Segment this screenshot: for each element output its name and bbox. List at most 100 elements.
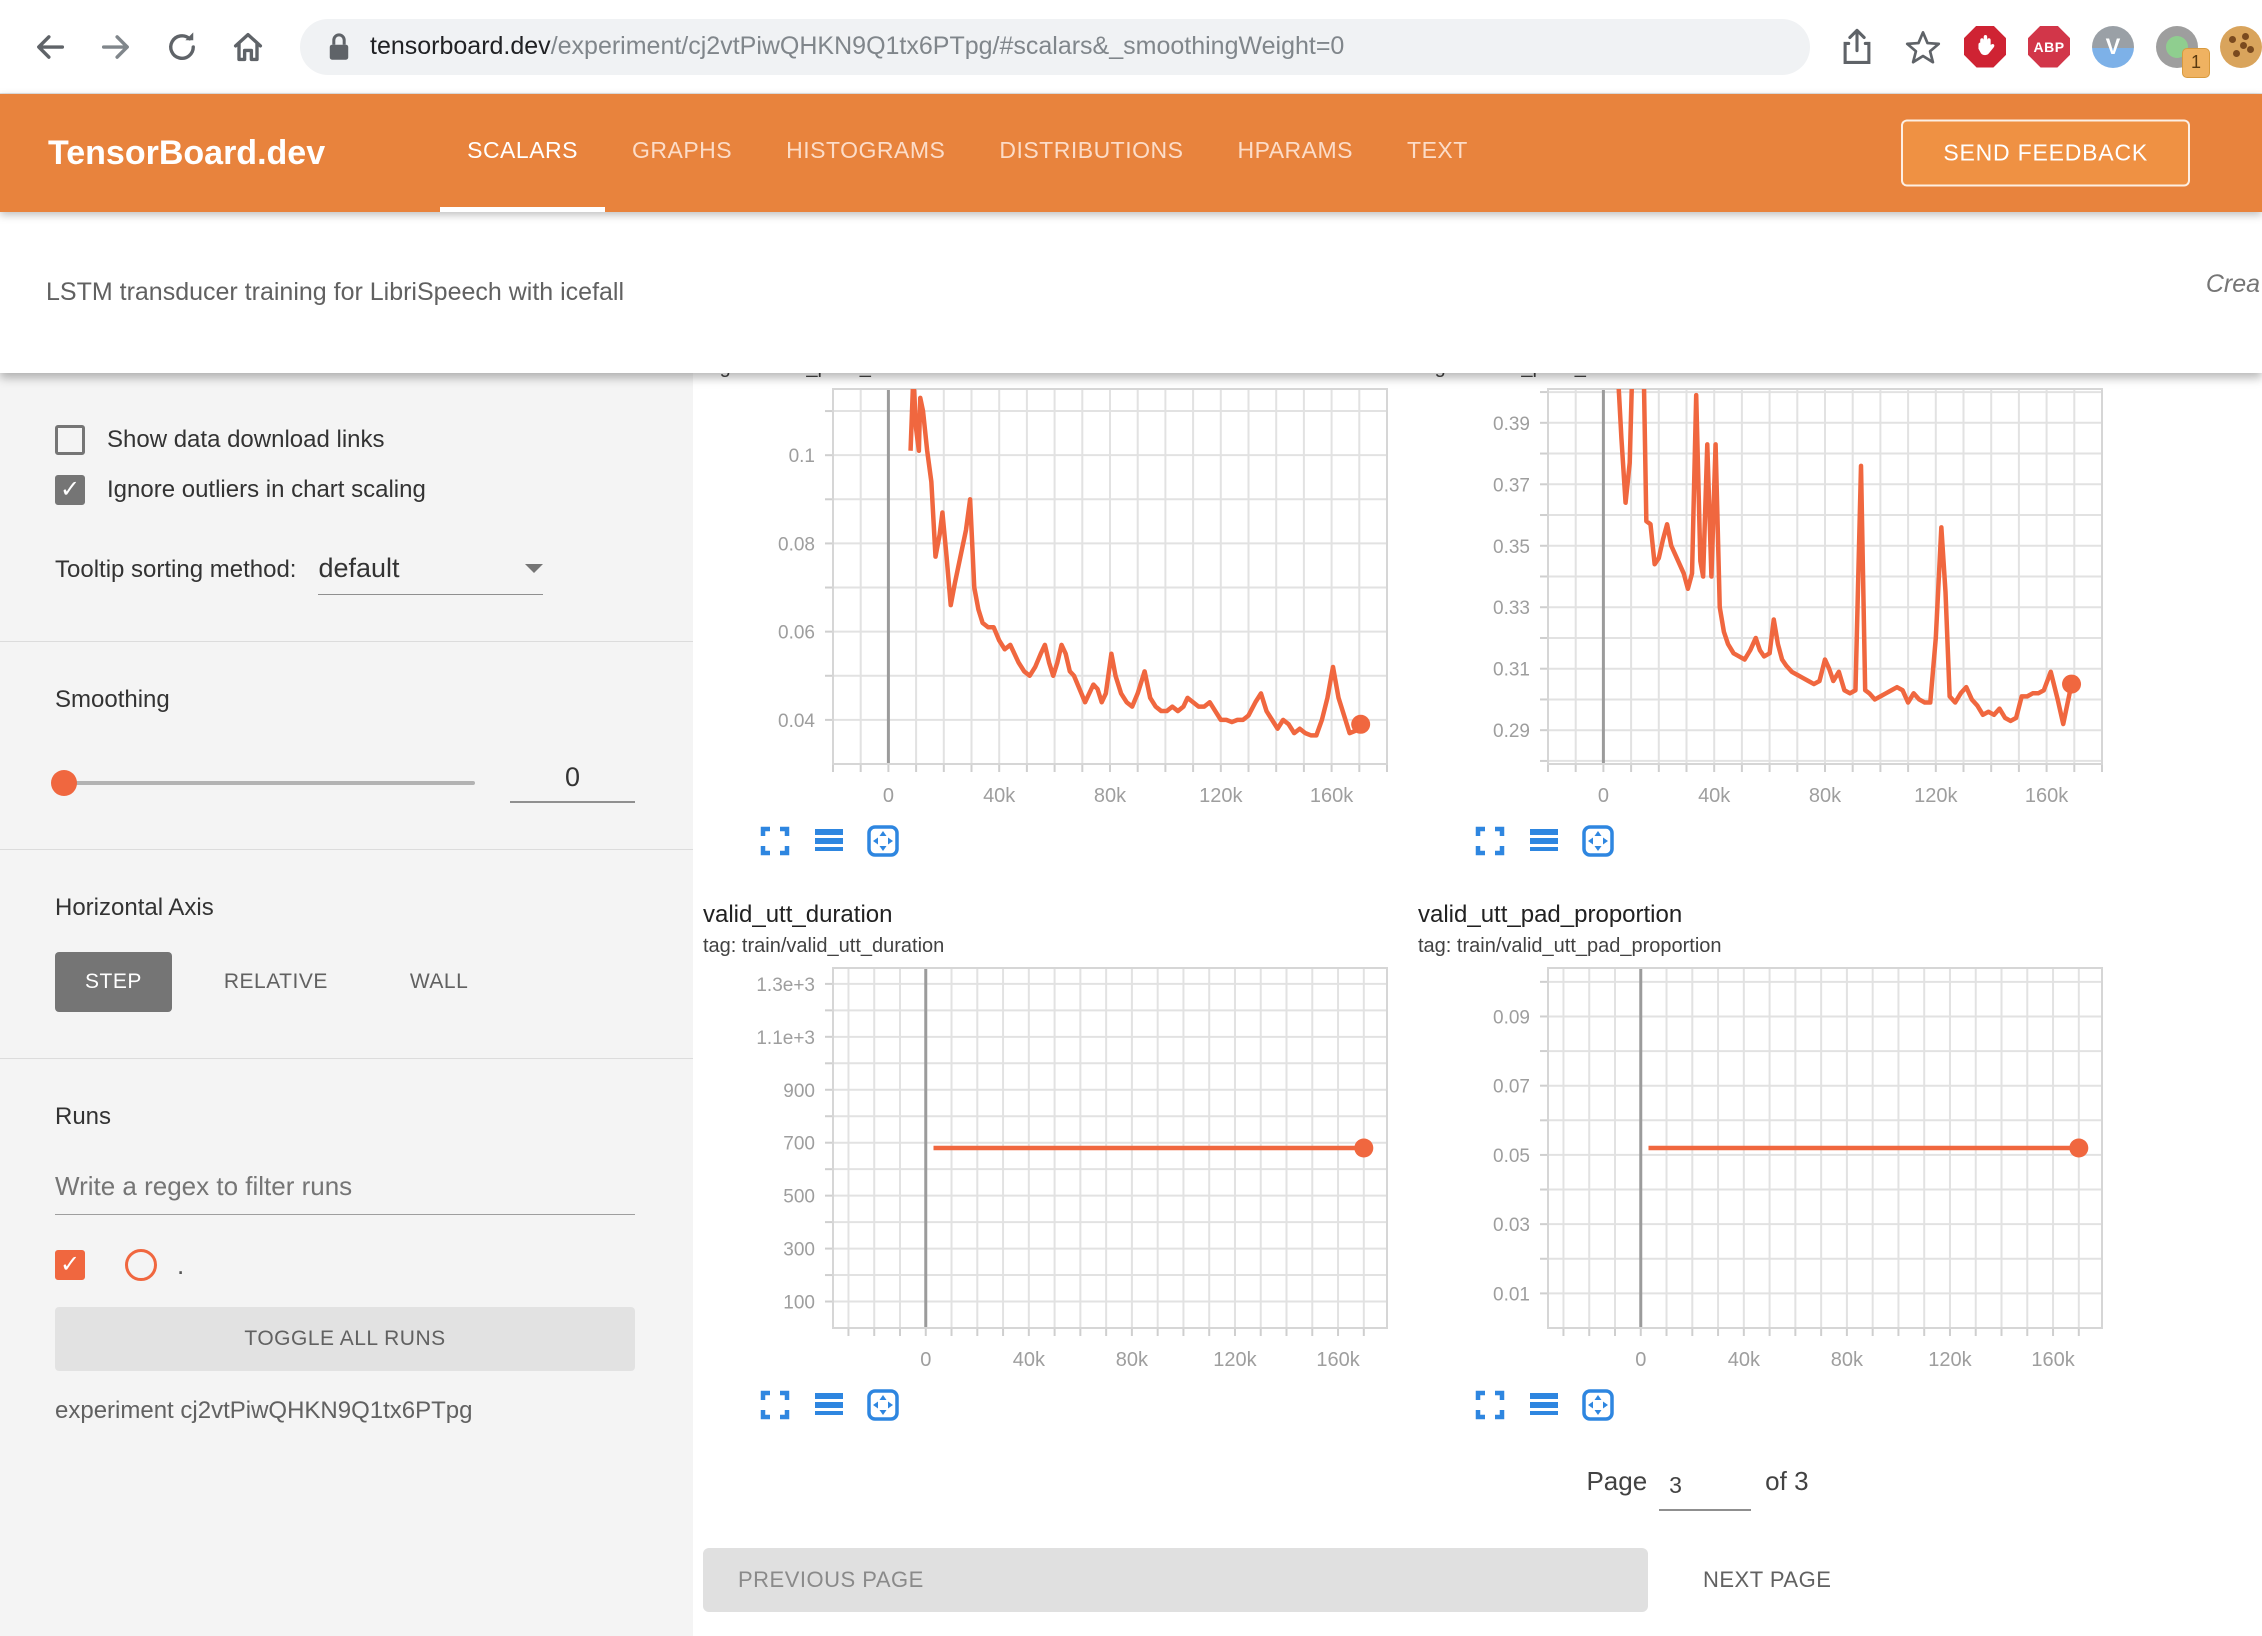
smoothing-slider[interactable] [55,781,475,785]
horizontal-axis-label: Horizontal Axis [55,894,635,922]
show-download-links-checkbox[interactable] [55,425,85,455]
bookmark-star-icon[interactable] [1904,28,1942,66]
experiment-id-label: experiment cj2vtPiwQHKN9Q1tx6PTpg [55,1397,635,1425]
chart-card-valid-utt-pad-proportion: valid_utt_pad_proportion tag: train/vali… [1418,898,2108,1422]
svg-text:1.3e+3: 1.3e+3 [756,975,815,996]
tab-graphs[interactable]: GRAPHS [605,94,759,212]
share-icon[interactable] [1838,28,1876,66]
url-bar[interactable]: tensorboard.dev/experiment/cj2vtPiwQHKN9… [300,19,1810,75]
v-extension-icon[interactable]: V [2092,26,2134,68]
run-color-swatch [125,1249,157,1281]
tooltip-sorting-label: Tooltip sorting method: [55,556,296,584]
abp-extension-icon[interactable]: ABP [2028,26,2070,68]
svg-text:0.33: 0.33 [1493,598,1530,619]
data-table-icon[interactable] [1527,824,1561,858]
svg-text:0: 0 [920,1349,931,1371]
svg-text:160k: 160k [2031,1349,2075,1371]
run-checkbox[interactable]: ✓ [55,1250,85,1280]
fullscreen-icon[interactable] [758,824,792,858]
chart-plot-2[interactable]: 1003005007009001.1e+31.3e+3040k80k120k16… [703,966,1393,1378]
back-icon[interactable] [30,27,70,67]
forward-icon[interactable] [96,27,136,67]
svg-text:0.07: 0.07 [1493,1077,1530,1098]
data-table-icon[interactable] [812,1388,846,1422]
show-download-links-row[interactable]: Show data download links [55,425,635,455]
fit-domain-icon[interactable] [866,824,900,858]
svg-text:0.03: 0.03 [1493,1215,1530,1236]
chart-plot-1[interactable]: 0.290.310.330.350.370.39040k80k120k160k [1418,387,2108,814]
run-list-item[interactable]: ✓ . [55,1249,635,1281]
svg-text:40k: 40k [1698,785,1731,807]
smoothing-value-input[interactable]: 0 [510,762,635,803]
chart-plot-3[interactable]: 0.010.030.050.070.09040k80k120k160k [1418,966,2108,1378]
created-text-fragment: Crea [2206,270,2260,299]
chart-tag: tag: train/…_p…d_… [703,373,1393,381]
fit-domain-icon[interactable] [866,1388,900,1422]
fullscreen-icon[interactable] [758,1388,792,1422]
page-number-input[interactable]: 3 [1659,1472,1751,1511]
fit-domain-icon[interactable] [1581,1388,1615,1422]
ignore-outliers-label: Ignore outliers in chart scaling [107,476,426,504]
chart-actions [1418,1388,2108,1422]
fullscreen-icon[interactable] [1473,1388,1507,1422]
cookie-extension-icon[interactable] [2220,26,2262,68]
previous-page-button[interactable]: PREVIOUS PAGE [703,1548,1648,1612]
url-path: /experiment/cj2vtPiwQHKN9Q1tx6PTpg/#scal… [551,32,1345,60]
svg-text:300: 300 [783,1240,815,1261]
brand-title: TensorBoard.dev [48,134,325,173]
settings-sidebar: Show data download links ✓ Ignore outlie… [0,373,693,1636]
tab-hparams[interactable]: HPARAMS [1210,94,1380,212]
chart-actions [703,1388,1393,1422]
axis-wall-button[interactable]: WALL [380,952,498,1012]
tab-scalars[interactable]: SCALARS [440,94,605,212]
app-header: TensorBoard.dev SCALARS GRAPHS HISTOGRAM… [0,94,2262,212]
browser-chrome: tensorboard.dev/experiment/cj2vtPiwQHKN9… [0,0,2262,94]
adblock-hand-extension-icon[interactable] [1964,26,2006,68]
svg-text:0.1: 0.1 [789,446,815,467]
svg-text:1.1e+3: 1.1e+3 [756,1028,815,1049]
data-table-icon[interactable] [1527,1388,1561,1422]
privacy-extension-icon[interactable]: 1 [2156,26,2198,68]
runs-filter-input[interactable]: Write a regex to filter runs [55,1171,635,1215]
svg-text:500: 500 [783,1187,815,1208]
tensorboard-page: tensorboard.dev/experiment/cj2vtPiwQHKN9… [0,0,2262,1636]
ignore-outliers-checkbox[interactable]: ✓ [55,475,85,505]
tab-distributions[interactable]: DISTRIBUTIONS [972,94,1210,212]
chart-cards: tag: train/…_p…d_… 0.040.060.080.1040k80… [703,373,2133,1422]
fit-domain-icon[interactable] [1581,824,1615,858]
home-icon[interactable] [228,27,268,67]
page-label: Page [1586,1466,1647,1497]
svg-text:0.39: 0.39 [1493,414,1530,435]
extension-badge: 1 [2182,48,2210,78]
smoothing-slider-row: 0 [55,762,635,803]
tooltip-sorting-select[interactable]: default [318,553,543,595]
svg-text:0.35: 0.35 [1493,537,1530,558]
divider [0,641,693,642]
svg-text:120k: 120k [1199,785,1243,807]
axis-relative-button[interactable]: RELATIVE [194,952,358,1012]
fullscreen-icon[interactable] [1473,824,1507,858]
tab-histograms[interactable]: HISTOGRAMS [759,94,972,212]
svg-text:40k: 40k [1728,1349,1761,1371]
data-table-icon[interactable] [812,824,846,858]
svg-text:80k: 80k [1116,1349,1149,1371]
smoothing-slider-thumb[interactable] [51,770,77,796]
send-feedback-button[interactable]: SEND FEEDBACK [1901,120,2190,187]
svg-text:160k: 160k [1316,1349,1360,1371]
axis-step-button[interactable]: STEP [55,952,172,1012]
chart-plot-0[interactable]: 0.040.060.080.1040k80k120k160k [703,387,1393,814]
next-page-button[interactable]: NEXT PAGE [1703,1567,1831,1593]
ignore-outliers-row[interactable]: ✓ Ignore outliers in chart scaling [55,475,635,505]
svg-text:40k: 40k [1013,1349,1046,1371]
chart-actions [703,824,1393,858]
chart-tag: tag: train/valid_utt_duration [703,932,1393,960]
svg-text:80k: 80k [1094,785,1127,807]
reload-icon[interactable] [162,27,202,67]
chart-title: valid_utt_duration [703,898,1393,932]
svg-text:0.01: 0.01 [1493,1284,1530,1305]
toggle-all-runs-button[interactable]: TOGGLE ALL RUNS [55,1307,635,1371]
horizontal-axis-buttons: STEP RELATIVE WALL [55,952,635,1012]
svg-text:80k: 80k [1809,785,1842,807]
tab-text[interactable]: TEXT [1380,94,1495,212]
page-of-label: of 3 [1765,1466,1808,1497]
